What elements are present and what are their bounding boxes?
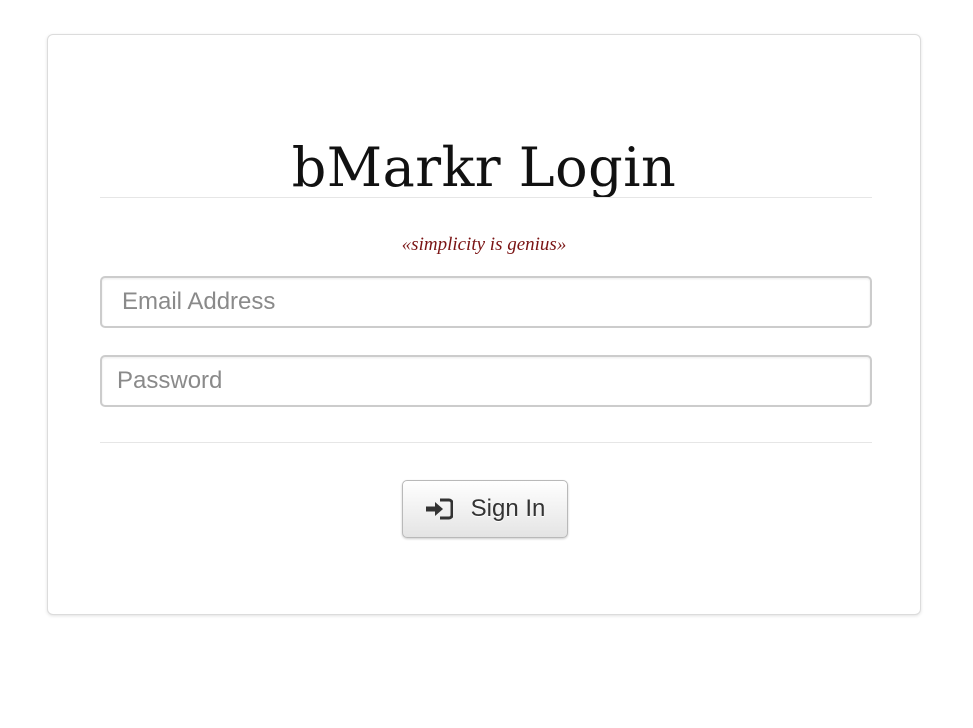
tagline: «simplicity is genius» xyxy=(401,234,567,255)
sign-in-icon xyxy=(425,497,454,521)
sign-in-label: Sign In xyxy=(470,495,546,522)
page-title: bMarkr Login xyxy=(291,136,677,199)
email-field[interactable] xyxy=(100,276,872,328)
login-card: bMarkr Login «simplicity is genius» Sign… xyxy=(47,34,921,615)
password-field[interactable] xyxy=(100,355,872,407)
sign-in-button[interactable]: Sign In xyxy=(402,480,568,538)
form-divider xyxy=(100,442,872,443)
title-divider xyxy=(100,197,872,198)
